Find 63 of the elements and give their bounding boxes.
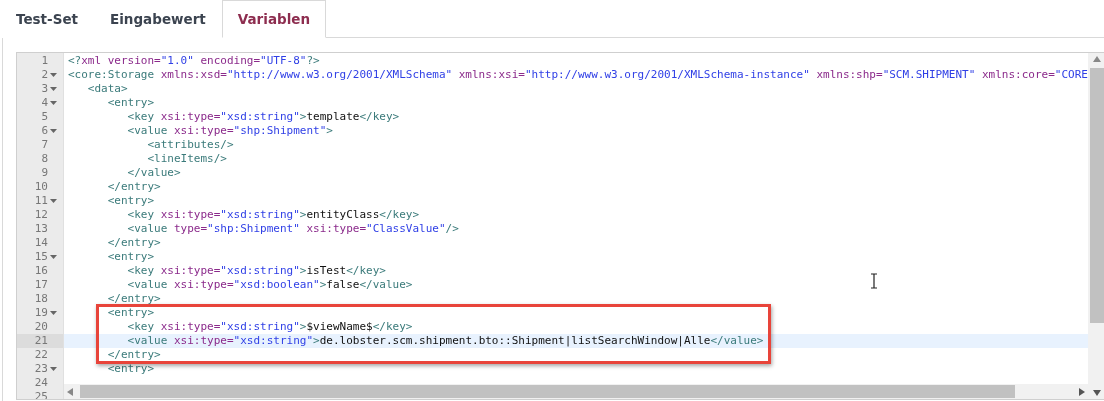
line-number: 17 [34, 278, 48, 292]
line-number: 15 [34, 250, 48, 264]
text-cursor-icon [870, 273, 878, 289]
code-line: </entry> [106, 180, 161, 193]
code-line: </entry> [106, 236, 161, 249]
scroll-up-icon[interactable] [1092, 56, 1101, 62]
code-line: <entry> [106, 96, 155, 109]
code-line: <value xsi:type="shp:Shipment"> [126, 124, 333, 137]
code-line: <value type="shp:Shipment" xsi:type="ClassValue"/> [126, 222, 459, 235]
code-line: <lineItems/> [146, 152, 227, 165]
line-number: 7 [41, 138, 48, 152]
line-number: 6 [41, 124, 48, 138]
code-line: <key xsi:type="xsd:string">$viewName$</key> [126, 320, 413, 333]
line-number: 3 [41, 82, 48, 96]
scroll-down-icon[interactable] [1092, 390, 1101, 396]
line-number: 16 [34, 264, 48, 278]
line-number: 21 [34, 334, 48, 348]
fold-arrow-icon[interactable] [50, 199, 57, 203]
line-number: 22 [34, 348, 48, 362]
code-line: <key xsi:type="xsd:string">isTest</key> [126, 264, 386, 277]
code-line: <entry> [106, 250, 155, 263]
code-line: <core:Storage xmlns:xsd="http://www.w3.org/2001/XMLSchema" xmlns:xsi="http://www.w3.org/2001/XMLSchema-instance" xmlns:shp="SCM.SHIPMENT" xmlns:core="CORE [68, 68, 1088, 81]
line-number: 13 [34, 222, 48, 236]
line-number: 19 [34, 306, 48, 320]
line-number: 24 [34, 376, 48, 390]
fold-arrow-icon[interactable] [50, 367, 57, 371]
scroll-right-icon[interactable] [1079, 387, 1085, 396]
line-number: 9 [41, 166, 48, 180]
line-number: 20 [34, 320, 48, 334]
line-number: 4 [41, 96, 48, 110]
code-line: <entry> [106, 306, 155, 319]
line-number: 10 [34, 180, 48, 194]
code-line: <value xsi:type="xsd:string">de.lobster.scm.shipment.bto::Shipment|listSearchWindow|Alle</value> [126, 334, 764, 347]
fold-arrow-icon[interactable] [50, 101, 57, 105]
line-number: 2 [41, 68, 48, 82]
code-line: <key xsi:type="xsd:string">template</key> [126, 110, 400, 123]
line-number: 11 [34, 194, 48, 208]
horizontal-scrollbar[interactable] [64, 384, 1088, 399]
code-line: <value xsi:type="xsd:boolean">false</value> [126, 278, 413, 291]
fold-arrow-icon[interactable] [50, 311, 57, 315]
code-line: <attributes/> [146, 138, 234, 151]
line-number: 23 [34, 362, 48, 376]
line-number: 14 [34, 236, 48, 250]
fold-arrow-icon[interactable] [50, 129, 57, 133]
line-number: 18 [34, 292, 48, 306]
code-line: </entry> [106, 348, 161, 361]
vertical-scrollbar[interactable] [1088, 53, 1104, 399]
code-line: <entry> [106, 194, 155, 207]
code-line: <key xsi:type="xsd:string">entityClass</key> [126, 208, 420, 221]
line-number: 5 [41, 110, 48, 124]
fold-arrow-icon[interactable] [50, 87, 57, 91]
scroll-left-icon[interactable] [67, 387, 73, 396]
code-line: <?xml version="1.0" encoding="UTF-8"?> [68, 54, 320, 67]
line-number: 12 [34, 208, 48, 222]
line-number: 1 [41, 54, 48, 68]
code-line: </value> [126, 166, 181, 179]
code-line: <data> [86, 82, 128, 95]
code-line: <entry> [106, 362, 155, 375]
line-number: 8 [41, 152, 48, 166]
fold-arrow-icon[interactable] [50, 255, 57, 259]
fold-arrow-icon[interactable] [50, 73, 57, 77]
code-line: </entry> [106, 292, 161, 305]
tab[interactable]: Variablen [221, 0, 327, 38]
